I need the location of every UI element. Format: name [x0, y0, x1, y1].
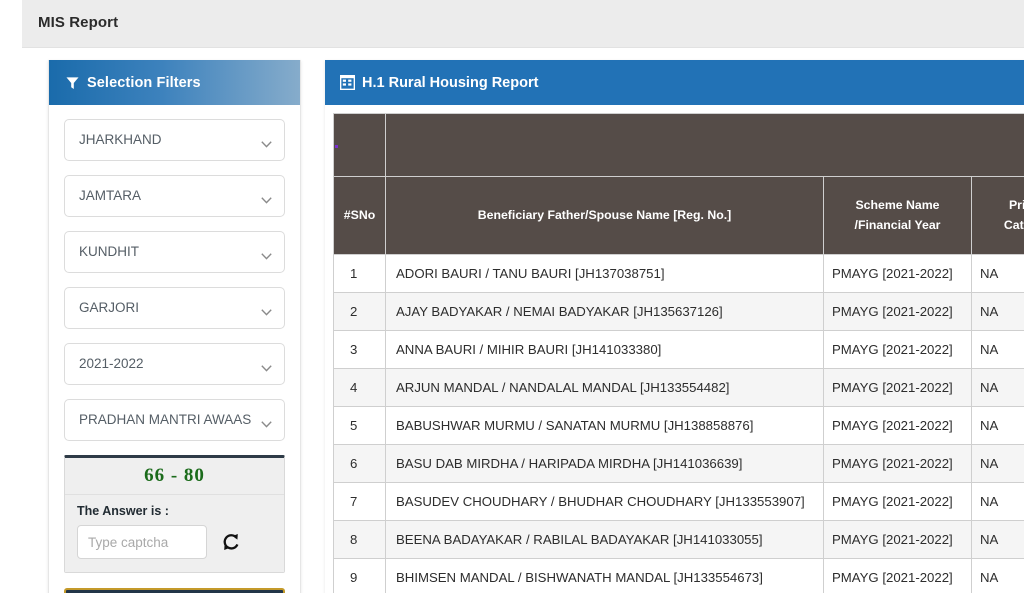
- grid-icon: [340, 75, 355, 90]
- table-row: 8BEENA BADAYAKAR / RABILAL BADAYAKAR [JH…: [334, 521, 1024, 559]
- row-priority: NA: [972, 369, 1024, 407]
- table-row: 6BASU DAB MIRDHA / HARIPADA MIRDHA [JH14…: [334, 445, 1024, 483]
- captcha-answer-label: The Answer is :: [77, 504, 272, 518]
- column-header-scheme-line2: /Financial Year: [830, 216, 965, 235]
- row-sno: 9: [334, 559, 386, 593]
- table-header-row: #SNo Beneficiary Father/Spouse Name [Reg…: [334, 177, 1024, 255]
- row-priority: NA: [972, 331, 1024, 369]
- refresh-icon[interactable]: [221, 532, 241, 552]
- row-beneficiary-name: BASU DAB MIRDHA / HARIPADA MIRDHA [JH141…: [386, 445, 824, 483]
- table-head: #SNo Beneficiary Father/Spouse Name [Reg…: [334, 114, 1024, 255]
- column-header-scheme-line1: Scheme Name: [830, 196, 965, 215]
- row-sno: 7: [334, 483, 386, 521]
- row-sno: 2: [334, 293, 386, 331]
- row-sno: 8: [334, 521, 386, 559]
- top-bar: MIS Report: [22, 0, 1024, 48]
- selection-filters-label: Selection Filters: [87, 75, 201, 91]
- selection-filters-body: JHARKHAND JAMTARA KUNDHIT: [49, 105, 300, 593]
- row-beneficiary-name: ANNA BAURI / MIHIR BAURI [JH141033380]: [386, 331, 824, 369]
- row-beneficiary-name: BHIMSEN MANDAL / BISHWANATH MANDAL [JH13…: [386, 559, 824, 593]
- captcha-input[interactable]: [77, 525, 207, 559]
- report-panel: H.1 Rural Housing Report #SNo Ben: [325, 60, 1024, 593]
- row-scheme: PMAYG [2021-2022]: [824, 559, 972, 593]
- column-header-beneficiary[interactable]: Beneficiary Father/Spouse Name [Reg. No.…: [386, 177, 824, 255]
- scheme-select[interactable]: PRADHAN MANTRI AWAAS: [64, 399, 285, 441]
- row-beneficiary-name: ARJUN MANDAL / NANDALAL MANDAL [JH133554…: [386, 369, 824, 407]
- page-title: MIS Report: [38, 14, 118, 31]
- row-scheme: PMAYG [2021-2022]: [824, 293, 972, 331]
- row-priority: NA: [972, 521, 1024, 559]
- captcha-body: The Answer is :: [65, 495, 284, 572]
- state-select[interactable]: JHARKHAND: [64, 119, 285, 161]
- row-priority: NA: [972, 293, 1024, 331]
- report-title: H.1 Rural Housing Report: [362, 75, 538, 91]
- row-sno: 4: [334, 369, 386, 407]
- row-priority: NA: [972, 559, 1024, 593]
- captcha-panel: 66 - 80 The Answer is :: [64, 455, 285, 573]
- captcha-code: 66 - 80: [65, 458, 284, 495]
- panchayat-select[interactable]: GARJORI: [64, 287, 285, 329]
- state-select-wrap: JHARKHAND: [64, 119, 285, 161]
- row-priority: NA: [972, 445, 1024, 483]
- table-row: 4ARJUN MANDAL / NANDALAL MANDAL [JH13355…: [334, 369, 1024, 407]
- report-body: #SNo Beneficiary Father/Spouse Name [Reg…: [325, 105, 1024, 593]
- funnel-icon: [66, 76, 79, 90]
- table-band-row: [334, 114, 1024, 177]
- column-header-priority-line1: Priority: [978, 196, 1024, 215]
- table-row: 7BASUDEV CHOUDHARY / BHUDHAR CHOUDHARY […: [334, 483, 1024, 521]
- row-sno: 6: [334, 445, 386, 483]
- content-area: Selection Filters JHARKHAND JAMTARA K: [22, 48, 1024, 593]
- row-scheme: PMAYG [2021-2022]: [824, 483, 972, 521]
- row-beneficiary-name: BASUDEV CHOUDHARY / BHUDHAR CHOUDHARY [J…: [386, 483, 824, 521]
- row-scheme: PMAYG [2021-2022]: [824, 331, 972, 369]
- broken-image-icon: [335, 145, 338, 148]
- report-header: H.1 Rural Housing Report: [325, 60, 1024, 105]
- table-row: 5BABUSHWAR MURMU / SANATAN MURMU [JH1388…: [334, 407, 1024, 445]
- district-select[interactable]: JAMTARA: [64, 175, 285, 217]
- column-header-priority-line2: Category: [978, 216, 1024, 235]
- row-priority: NA: [972, 255, 1024, 293]
- captcha-row: [77, 525, 272, 559]
- panchayat-select-wrap: GARJORI: [64, 287, 285, 329]
- row-priority: NA: [972, 483, 1024, 521]
- selection-filters-card: Selection Filters JHARKHAND JAMTARA K: [48, 60, 301, 593]
- row-scheme: PMAYG [2021-2022]: [824, 369, 972, 407]
- table-row: 2AJAY BADYAKAR / NEMAI BADYAKAR [JH13563…: [334, 293, 1024, 331]
- row-beneficiary-name: AJAY BADYAKAR / NEMAI BADYAKAR [JH135637…: [386, 293, 824, 331]
- row-beneficiary-name: BABUSHWAR MURMU / SANATAN MURMU [JH13885…: [386, 407, 824, 445]
- financial-year-select-wrap: 2021-2022: [64, 343, 285, 385]
- band-cell-left: [334, 114, 386, 177]
- financial-year-select[interactable]: 2021-2022: [64, 343, 285, 385]
- row-beneficiary-name: ADORI BAURI / TANU BAURI [JH137038751]: [386, 255, 824, 293]
- block-select-wrap: KUNDHIT: [64, 231, 285, 273]
- submit-button[interactable]: [64, 588, 285, 593]
- row-sno: 1: [334, 255, 386, 293]
- row-scheme: PMAYG [2021-2022]: [824, 255, 972, 293]
- table-row: 1ADORI BAURI / TANU BAURI [JH137038751]P…: [334, 255, 1024, 293]
- column-header-priority[interactable]: Priority Category: [972, 177, 1024, 255]
- row-scheme: PMAYG [2021-2022]: [824, 445, 972, 483]
- row-scheme: PMAYG [2021-2022]: [824, 407, 972, 445]
- mis-report-page: MIS Report Selection Filters JHARKHAND: [0, 0, 1024, 593]
- band-cell-right: [386, 114, 1024, 177]
- table-body: 1ADORI BAURI / TANU BAURI [JH137038751]P…: [334, 255, 1024, 593]
- column-header-scheme[interactable]: Scheme Name /Financial Year: [824, 177, 972, 255]
- block-select[interactable]: KUNDHIT: [64, 231, 285, 273]
- district-select-wrap: JAMTARA: [64, 175, 285, 217]
- row-sno: 5: [334, 407, 386, 445]
- scheme-select-wrap: PRADHAN MANTRI AWAAS: [64, 399, 285, 441]
- row-sno: 3: [334, 331, 386, 369]
- row-beneficiary-name: BEENA BADAYAKAR / RABILAL BADAYAKAR [JH1…: [386, 521, 824, 559]
- column-header-sno[interactable]: #SNo: [334, 177, 386, 255]
- rural-housing-table: #SNo Beneficiary Father/Spouse Name [Reg…: [333, 113, 1024, 593]
- row-priority: NA: [972, 407, 1024, 445]
- table-row: 9BHIMSEN MANDAL / BISHWANATH MANDAL [JH1…: [334, 559, 1024, 593]
- selection-filters-header: Selection Filters: [49, 60, 300, 105]
- row-scheme: PMAYG [2021-2022]: [824, 521, 972, 559]
- table-row: 3ANNA BAURI / MIHIR BAURI [JH141033380]P…: [334, 331, 1024, 369]
